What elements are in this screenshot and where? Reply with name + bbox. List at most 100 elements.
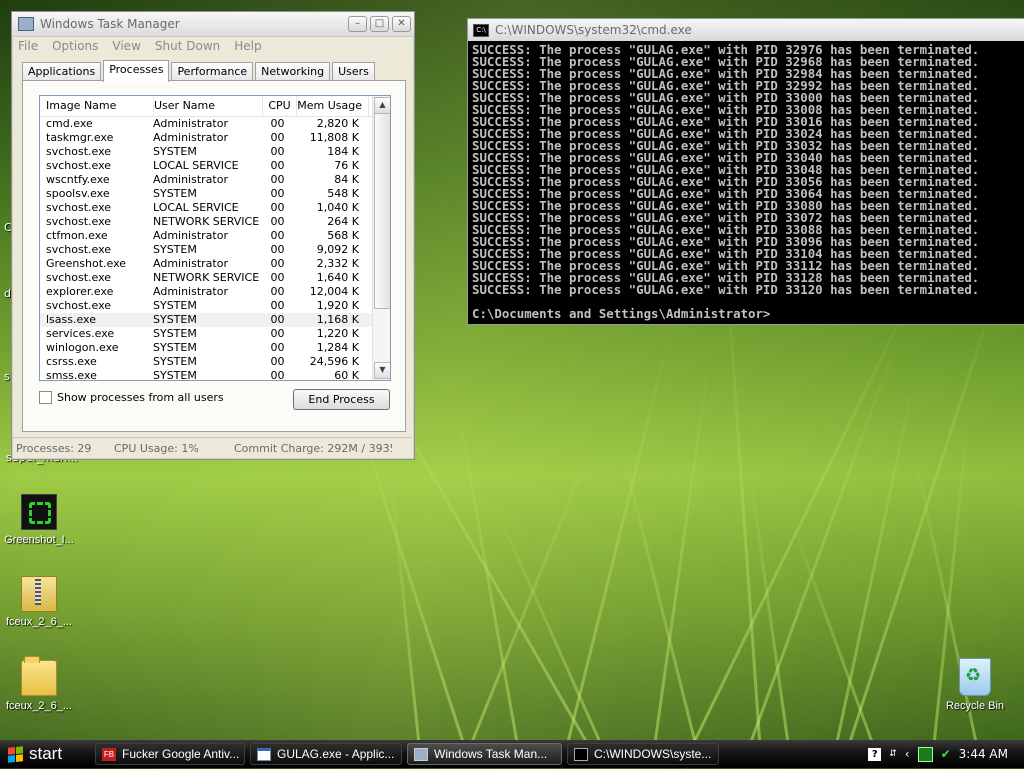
- menu-help[interactable]: Help: [234, 39, 261, 53]
- table-row[interactable]: svchost.exe NETWORK SERVICE 00 264 K: [40, 215, 390, 229]
- clock[interactable]: 3:44 AM: [959, 747, 1008, 761]
- tab-users[interactable]: Users: [332, 62, 375, 81]
- cell-cpu: 00: [270, 341, 285, 354]
- cell-user-name: SYSTEM: [153, 341, 197, 354]
- table-row[interactable]: taskmgr.exe Administrator 00 11,808 K: [40, 131, 390, 145]
- table-row[interactable]: services.exe SYSTEM 00 1,220 K: [40, 327, 390, 341]
- end-process-button[interactable]: End Process: [293, 389, 390, 410]
- cell-mem-usage: 60 K: [334, 369, 359, 381]
- application-window-icon: [257, 747, 271, 761]
- desktop-icon-label-partial: s: [4, 370, 10, 383]
- zip-folder-icon: [21, 576, 57, 612]
- table-row[interactable]: svchost.exe NETWORK SERVICE 00 1,640 K: [40, 271, 390, 285]
- cell-user-name: Administrator: [153, 117, 228, 130]
- network-icon[interactable]: [917, 746, 933, 762]
- tab-performance[interactable]: Performance: [171, 62, 254, 81]
- cell-cpu: 00: [270, 369, 285, 381]
- table-row[interactable]: svchost.exe LOCAL SERVICE 00 1,040 K: [40, 201, 390, 215]
- process-list[interactable]: Image Name User Name CPU Mem Usage cmd.e…: [39, 95, 391, 381]
- table-row[interactable]: svchost.exe SYSTEM 00 1,920 K: [40, 299, 390, 313]
- process-rows: cmd.exe Administrator 00 2,820 Ktaskmgr.exe…: [40, 117, 390, 381]
- table-row[interactable]: Greenshot.exe Administrator 00 2,332 K: [40, 257, 390, 271]
- status-processes: Processes: 29: [16, 441, 92, 455]
- desktop-icon-fceux-zip[interactable]: fceux_2_6_...: [1, 576, 77, 628]
- column-header-cpu[interactable]: CPU: [263, 96, 297, 116]
- show-all-users-checkbox[interactable]: [39, 391, 52, 404]
- taskbar-button-task-manager[interactable]: Windows Task Man...: [407, 743, 562, 765]
- taskbar-button-cmd[interactable]: C:\WINDOWS\syste...: [567, 743, 719, 765]
- table-row[interactable]: svchost.exe SYSTEM 00 9,092 K: [40, 243, 390, 257]
- cell-cpu: 00: [270, 271, 285, 284]
- desktop-icon-recycle-bin[interactable]: Recycle Bin: [937, 658, 1013, 712]
- cmd-window[interactable]: C:\ C:\WINDOWS\system32\cmd.exe SUCCESS:…: [467, 18, 1024, 325]
- show-all-users-option[interactable]: Show processes from all users: [39, 391, 224, 404]
- greenshot-tray-icon[interactable]: ✔: [941, 747, 951, 761]
- cell-image-name: svchost.exe: [46, 159, 112, 172]
- table-row[interactable]: spoolsv.exe SYSTEM 00 548 K: [40, 187, 390, 201]
- desktop-icon-greenshot[interactable]: Greenshot_I...: [1, 494, 77, 546]
- column-header-user-name[interactable]: User Name: [154, 96, 263, 116]
- table-row[interactable]: wscntfy.exe Administrator 00 84 K: [40, 173, 390, 187]
- tab-processes[interactable]: Processes: [103, 60, 170, 82]
- minimize-button[interactable]: –: [348, 16, 367, 32]
- recycle-bin-icon: [959, 658, 991, 696]
- cell-cpu: 00: [270, 159, 285, 172]
- cell-user-name: SYSTEM: [153, 243, 197, 256]
- cell-cpu: 00: [270, 131, 285, 144]
- start-label: start: [29, 744, 63, 763]
- console-output[interactable]: SUCCESS: The process "GULAG.exe" with PI…: [468, 41, 1024, 323]
- help-icon[interactable]: ?: [868, 747, 882, 761]
- table-row[interactable]: winlogon.exe SYSTEM 00 1,284 K: [40, 341, 390, 355]
- folder-icon: [21, 656, 57, 696]
- menu-options[interactable]: Options: [52, 39, 98, 53]
- table-row[interactable]: svchost.exe SYSTEM 00 184 K: [40, 145, 390, 159]
- menu-file[interactable]: File: [18, 39, 38, 53]
- table-row[interactable]: svchost.exe LOCAL SERVICE 00 76 K: [40, 159, 390, 173]
- menu-shut-down[interactable]: Shut Down: [155, 39, 220, 53]
- desktop-icon-label: Greenshot_I...: [4, 534, 74, 546]
- title-bar[interactable]: C:\ C:\WINDOWS\system32\cmd.exe: [468, 19, 1024, 41]
- title-bar[interactable]: Windows Task Manager – □ ✕: [12, 12, 414, 37]
- table-row[interactable]: csrss.exe SYSTEM 00 24,596 K: [40, 355, 390, 369]
- maximize-button[interactable]: □: [370, 16, 389, 32]
- table-row[interactable]: lsass.exe SYSTEM 00 1,168 K: [40, 313, 390, 327]
- console-prompt: C:\Documents and Settings\Administrator>: [472, 306, 771, 321]
- fb-app-icon: FB: [102, 747, 116, 761]
- tab-networking[interactable]: Networking: [255, 62, 331, 81]
- task-manager-window[interactable]: Windows Task Manager – □ ✕ File Options …: [11, 11, 415, 460]
- taskbar-button-gulag[interactable]: GULAG.exe - Applic...: [250, 743, 402, 765]
- table-row[interactable]: explorer.exe Administrator 00 12,004 K: [40, 285, 390, 299]
- cell-cpu: 00: [270, 299, 285, 312]
- cell-image-name: csrss.exe: [46, 355, 97, 368]
- table-row[interactable]: smss.exe SYSTEM 00 60 K: [40, 369, 390, 381]
- scroll-up-icon[interactable]: ▲: [374, 97, 390, 114]
- taskbar-button-google-antivirus[interactable]: FB Fucker Google Antiv...: [95, 743, 245, 765]
- scroll-down-icon[interactable]: ▼: [374, 362, 390, 379]
- greenshot-icon: [21, 494, 57, 530]
- cell-mem-usage: 568 K: [327, 229, 359, 242]
- cell-mem-usage: 2,820 K: [316, 117, 359, 130]
- chevron-left-icon[interactable]: ‹: [905, 747, 910, 761]
- desktop-icon-fceux-folder[interactable]: fceux_2_6_...: [1, 656, 77, 712]
- column-header-mem-usage[interactable]: Mem Usage: [297, 96, 369, 116]
- cmd-icon: C:\: [473, 23, 489, 37]
- cell-mem-usage: 1,640 K: [316, 271, 359, 284]
- volume-control-icon[interactable]: ⇵: [889, 750, 897, 759]
- cell-user-name: NETWORK SERVICE: [153, 271, 260, 284]
- cell-mem-usage: 1,920 K: [316, 299, 359, 312]
- menu-view[interactable]: View: [112, 39, 140, 53]
- cell-mem-usage: 24,596 K: [309, 355, 359, 368]
- tab-applications[interactable]: Applications: [22, 62, 102, 81]
- table-row[interactable]: ctfmon.exe Administrator 00 568 K: [40, 229, 390, 243]
- cell-mem-usage: 1,220 K: [316, 327, 359, 340]
- vertical-scrollbar[interactable]: ▲ ▼: [372, 96, 390, 380]
- start-button[interactable]: start: [0, 740, 90, 768]
- cell-image-name: explorer.exe: [46, 285, 114, 298]
- cell-mem-usage: 11,808 K: [309, 131, 359, 144]
- scroll-thumb[interactable]: [374, 113, 390, 309]
- cell-user-name: SYSTEM: [153, 313, 197, 326]
- close-button[interactable]: ✕: [392, 16, 411, 32]
- table-row[interactable]: cmd.exe Administrator 00 2,820 K: [40, 117, 390, 131]
- cell-user-name: SYSTEM: [153, 299, 197, 312]
- column-header-image-name[interactable]: Image Name: [40, 96, 154, 116]
